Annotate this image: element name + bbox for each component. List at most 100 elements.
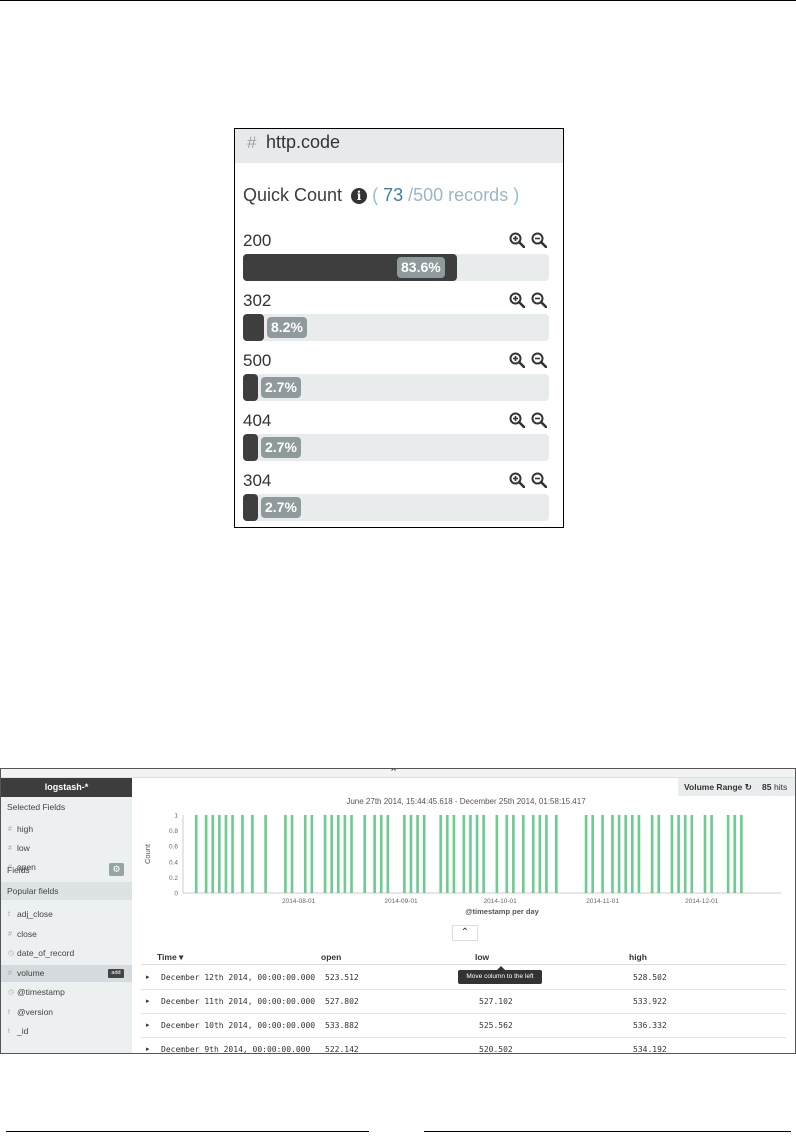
percent-label: 2.7%	[261, 437, 301, 458]
x-tick-label: 2014-10-01	[484, 898, 518, 905]
cell-time: December 10th 2014, 00:00:00.000	[161, 1021, 316, 1030]
sidebar-field-dateofrecord[interactable]: ◷ date_of_record	[1, 945, 132, 962]
field-name: volume	[17, 967, 45, 978]
field-name: http.code	[266, 132, 341, 152]
cell-open: 522.142	[325, 1045, 359, 1054]
histogram-bar	[330, 815, 333, 893]
value-label[interactable]: 302	[243, 291, 271, 311]
y-tick-label: 0.6	[169, 844, 178, 851]
histogram-bar	[710, 815, 713, 893]
zoom-in-icon[interactable]	[509, 352, 525, 368]
column-header-3[interactable]: high	[629, 952, 647, 962]
progress-fill	[243, 494, 258, 521]
histogram-chart: 1 0.8 0.6 0.4 0.2 0 Count 2014-08-01 2014-09-01 2…	[143, 813, 781, 916]
progress-fill	[243, 314, 264, 341]
histogram-bar	[336, 815, 340, 893]
gear-icon[interactable]: ⚙	[109, 863, 124, 876]
quick-count-title: Quick Count i ( 73 /500 records )	[243, 185, 519, 206]
quick-count-row: 200 83.6%	[243, 231, 549, 289]
table-row[interactable]: ▸ December 9th 2014, 00:00:00.000 522.142 5…	[141, 1038, 786, 1054]
zoom-out-icon[interactable]	[531, 232, 547, 248]
zoom-out-icon[interactable]	[531, 412, 547, 428]
sidebar-field-version[interactable]: t @version	[1, 1004, 132, 1021]
zoom-out-icon[interactable]	[531, 352, 547, 368]
field-type-icon: ◷	[8, 989, 15, 996]
index-pattern[interactable]: logstash-*	[1, 778, 132, 797]
record-total: /500 records	[408, 185, 509, 205]
histogram-bar	[733, 815, 737, 893]
zoom-out-icon[interactable]	[531, 292, 547, 308]
histogram-bar	[363, 815, 367, 893]
histogram-bar	[452, 815, 456, 893]
expand-row-icon[interactable]: ▸	[146, 997, 150, 1005]
histogram-bar	[601, 815, 604, 893]
percent-label: 2.7%	[261, 377, 301, 398]
histogram-bar	[591, 815, 595, 893]
value-label[interactable]: 304	[243, 471, 271, 491]
collapse-strip	[1, 769, 795, 778]
column-header-2[interactable]: low	[475, 952, 489, 962]
field-name: date_of_record	[17, 948, 75, 958]
value-label[interactable]: 500	[243, 351, 271, 371]
sidebar-field-low[interactable]: # low	[1, 840, 132, 857]
hits-count: 85	[762, 782, 772, 792]
zoom-in-icon[interactable]	[509, 232, 525, 248]
zoom-in-icon[interactable]	[509, 292, 525, 308]
x-tick-label: 2014-11-01	[586, 898, 619, 905]
sidebar-field-volume[interactable]: # volume add	[1, 964, 132, 982]
y-tick-label: 0.2	[169, 875, 178, 882]
histogram-bar	[469, 815, 472, 893]
histogram-bar	[310, 815, 314, 893]
field-name: @timestamp	[17, 987, 65, 997]
field-header[interactable]: # http.code	[235, 129, 563, 163]
histogram-bar	[670, 815, 674, 893]
value-label[interactable]: 200	[243, 231, 271, 251]
sidebar-field-timestamp[interactable]: ◷ @timestamp	[1, 984, 132, 1001]
chart-collapse-button[interactable]: ⌃	[452, 925, 478, 941]
histogram-bar	[521, 815, 525, 893]
sidebar-field-adjclose[interactable]: t adj_close	[1, 906, 132, 923]
zoom-out-icon[interactable]	[531, 472, 547, 488]
cell-time: December 9th 2014, 00:00:00.000	[161, 1045, 311, 1054]
expand-row-icon[interactable]: ▸	[146, 1045, 150, 1053]
cell-open: 527.802	[325, 997, 359, 1006]
saved-search-title[interactable]: Volume Range ↻	[684, 778, 752, 796]
sidebar-field-close[interactable]: # close	[1, 926, 132, 943]
histogram-bar	[303, 815, 307, 893]
record-count: 73	[383, 185, 404, 205]
hits-counter: Volume Range ↻ 85 hits	[678, 778, 795, 796]
cell-low: 520.502	[479, 1045, 513, 1054]
zoom-in-icon[interactable]	[509, 412, 525, 428]
cell-open: 523.512	[325, 973, 359, 982]
y-tick-label: 0.4	[169, 859, 178, 866]
histogram-bar	[439, 815, 443, 893]
sidebar-field-high[interactable]: # high	[1, 821, 132, 838]
cell-high: 534.192	[633, 1045, 667, 1054]
field-type-icon: #	[8, 969, 12, 977]
cell-open: 533.882	[325, 1021, 359, 1030]
cell-low: 525.562	[479, 1021, 513, 1030]
histogram-bar	[373, 815, 376, 893]
add-field-button[interactable]: add	[108, 968, 124, 978]
histogram-bar	[617, 815, 621, 893]
quick-count-row: 304 2.7%	[243, 471, 549, 529]
column-header-0[interactable]: Time ▾	[157, 952, 183, 963]
field-type-icon: #	[8, 845, 12, 852]
zoom-in-icon[interactable]	[509, 472, 525, 488]
field-name: adj_close	[17, 909, 53, 919]
expand-row-icon[interactable]: ▸	[146, 1021, 150, 1029]
field-type-icon: #	[8, 930, 12, 938]
number-field-icon: #	[247, 133, 257, 152]
histogram-bar	[624, 815, 628, 893]
histogram-bar	[584, 815, 588, 893]
info-icon[interactable]: i	[351, 188, 368, 204]
sidebar-field-id[interactable]: t _id	[1, 1023, 132, 1040]
column-header-1[interactable]: open	[321, 952, 341, 962]
chevron-up-icon[interactable]: ⌃	[389, 769, 398, 779]
popular-fields-heading: Popular fields	[7, 886, 59, 896]
value-label[interactable]: 404	[243, 411, 271, 431]
table-row[interactable]: ▸ December 11th 2014, 00:00:00.000 527.802…	[141, 990, 786, 1014]
expand-row-icon[interactable]: ▸	[146, 973, 150, 981]
table-row[interactable]: ▸ December 10th 2014, 00:00:00.000 533.882…	[141, 1014, 786, 1038]
paren-close: )	[513, 185, 520, 205]
